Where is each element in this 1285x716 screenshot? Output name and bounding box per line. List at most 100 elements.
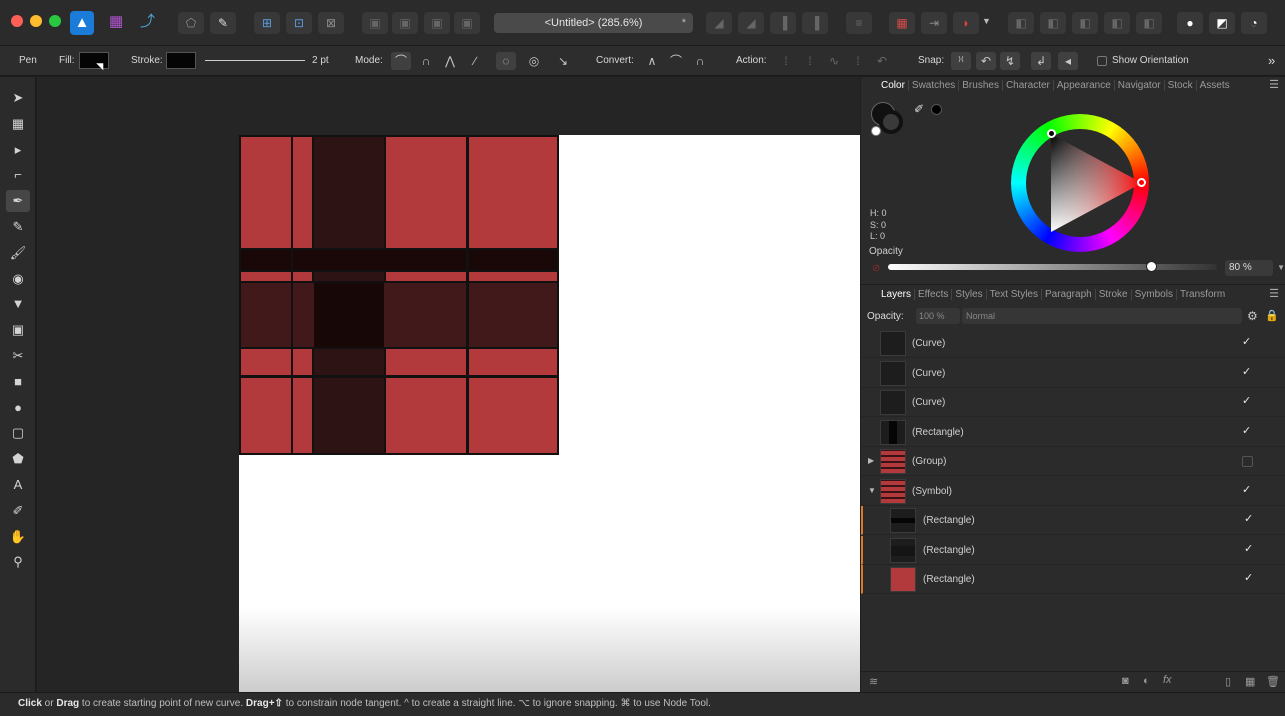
rubber-band-icon[interactable]: ◎ [524, 52, 544, 70]
tab-assets[interactable]: Assets [1200, 80, 1233, 91]
rectangle-tool-icon[interactable]: ■ [6, 371, 30, 393]
tab-character[interactable]: Character [1006, 79, 1054, 91]
snap-to-curve-icon[interactable]: ↶ [976, 52, 996, 70]
tab-transform[interactable]: Transform [1180, 289, 1228, 300]
share-icon[interactable]: ⤴ [140, 13, 158, 31]
node-tool-icon[interactable]: ▸ [6, 139, 30, 161]
boolean-xor-icon[interactable]: ◧ [1104, 12, 1130, 34]
arrange-back-icon[interactable]: ▣ [362, 12, 388, 34]
artboard-tool-icon[interactable]: ▦ [6, 113, 30, 135]
layer-visibility-checkbox[interactable]: ✓ [1242, 394, 1254, 408]
no-color-icon[interactable] [871, 126, 881, 136]
snapping-manager-icon[interactable]: ⇥ [921, 12, 947, 34]
arrange-front-icon[interactable]: ▣ [454, 12, 480, 34]
layer-visibility-checkbox[interactable]: ✓ [1242, 335, 1254, 349]
polygon-tool-icon[interactable]: ⬟ [6, 448, 30, 470]
boolean-subtract-icon[interactable]: ◧ [1040, 12, 1066, 34]
convert-sharp-icon[interactable]: ∧ [642, 52, 662, 70]
align-center-icon[interactable]: ◢ [738, 12, 764, 34]
add-group-icon[interactable]: ▦ [1245, 675, 1255, 688]
fx-icon[interactable]: fx [1163, 674, 1172, 686]
transparency-tool-icon[interactable]: ▼ [6, 293, 30, 315]
break-curve-icon[interactable]: ⁞ [776, 52, 796, 70]
collapse-icon[interactable]: ▼ [868, 486, 876, 495]
grid-icon[interactable]: ▦ [889, 12, 915, 34]
layer-row[interactable]: (Curve) ✓ [861, 388, 1285, 417]
boolean-add-icon[interactable]: ◧ [1008, 12, 1034, 34]
vector-brush-tool-icon[interactable]: 🖌 [6, 242, 30, 264]
color-picker-tool-icon[interactable]: ✐ [6, 500, 30, 522]
designer-persona-icon[interactable]: ▲ [70, 11, 94, 35]
pen-tool-icon[interactable]: ✒ [6, 190, 30, 213]
tab-layers[interactable]: Layers [881, 288, 916, 300]
tab-brushes[interactable]: Brushes [962, 79, 1003, 91]
tab-color[interactable]: Color [881, 79, 909, 91]
document-setup-icon[interactable]: ⬠ [178, 12, 204, 34]
snap-to-geometry-icon[interactable]: ⁾⁽ [951, 52, 971, 70]
layer-visibility-checkbox[interactable]: ✓ [1242, 365, 1254, 379]
reverse-curve-icon[interactable]: ↶ [872, 52, 892, 70]
tab-navigator[interactable]: Navigator [1118, 79, 1165, 91]
tab-swatches[interactable]: Swatches [912, 79, 960, 91]
layer-visibility-checkbox[interactable] [1242, 456, 1253, 467]
transform-origin-icon[interactable]: ⊠ [318, 12, 344, 34]
snap-grid-icon[interactable]: ⊞ [254, 12, 280, 34]
panel-menu-icon[interactable]: ☰ [1269, 78, 1279, 91]
align-right-icon[interactable]: ▐ [770, 12, 796, 34]
pixel-persona-icon[interactable]: ▦ [109, 13, 127, 31]
stroke-width-slider[interactable]: 2 pt [201, 54, 333, 68]
join-curves-icon[interactable]: ⁞ [848, 52, 868, 70]
ellipse-tool-icon[interactable]: ● [6, 397, 30, 419]
snap-to-tangent-icon[interactable]: ↯ [1000, 52, 1020, 70]
pen-mode-icon[interactable]: ⌒ [391, 52, 411, 70]
auto-select-icon[interactable]: ◌ [496, 52, 516, 70]
artboard[interactable] [239, 135, 860, 692]
inside-drawing-icon[interactable]: ◩ [1209, 12, 1235, 34]
add-pixel-layer-icon[interactable]: ▯ [1225, 675, 1231, 688]
edit-icon[interactable]: ✎ [210, 12, 236, 34]
hand-tool-icon[interactable]: ✋ [6, 526, 30, 548]
layer-row[interactable]: (Rectangle) ✓ [861, 535, 1285, 565]
minimize-window-button[interactable] [30, 15, 42, 27]
triangle-selector-handle[interactable] [1047, 129, 1056, 138]
stroke-color-chip[interactable] [879, 110, 903, 134]
polygon-mode-icon[interactable]: ⋀ [440, 52, 460, 70]
smart-mode-icon[interactable]: ∩ [416, 52, 436, 70]
convert-smart-icon[interactable]: ∩ [690, 52, 710, 70]
snap-to-angle-icon[interactable]: ↲ [1031, 52, 1051, 70]
arrange-backward-icon[interactable]: ▣ [392, 12, 418, 34]
convert-smooth-icon[interactable]: ⌒ [666, 52, 686, 70]
layers-panel-menu-icon[interactable]: ☰ [1269, 287, 1279, 300]
opacity-slider[interactable] [888, 261, 1217, 272]
canvas-area[interactable] [37, 77, 860, 692]
boolean-intersect-icon[interactable]: ◧ [1072, 12, 1098, 34]
fill-tool-icon[interactable]: ◉ [6, 268, 30, 290]
align-justify-icon[interactable]: ▐ [802, 12, 828, 34]
corner-tool-icon[interactable]: ⌐ [6, 164, 30, 186]
show-orientation-checkbox[interactable] [1097, 56, 1107, 66]
quick-fx-icon[interactable]: ● [1177, 12, 1203, 34]
layer-row[interactable]: ▶ (Group) [861, 447, 1285, 476]
zoom-window-button[interactable] [49, 15, 61, 27]
tab-stock[interactable]: Stock [1168, 79, 1197, 91]
move-tool-icon[interactable]: ➤ [6, 87, 30, 109]
layer-settings-gear-icon[interactable]: ⚙ [1247, 309, 1258, 323]
tab-paragraph[interactable]: Paragraph [1045, 288, 1096, 300]
color-triangle[interactable] [1011, 114, 1149, 252]
close-curve-icon[interactable]: ⁞ [800, 52, 820, 70]
toolbar-overflow-icon[interactable]: » [1268, 53, 1275, 68]
document-close-icon[interactable]: * [682, 13, 686, 33]
text-tool-icon[interactable]: A [6, 474, 30, 496]
expand-icon[interactable]: ▶ [868, 456, 874, 465]
transform-mode-icon[interactable]: ↘ [553, 52, 573, 70]
hue-ring-handle[interactable] [1137, 178, 1146, 187]
zoom-tool-icon[interactable]: ⚲ [6, 551, 30, 573]
tab-stroke[interactable]: Stroke [1099, 288, 1132, 300]
layer-row[interactable]: ▼ (Symbol) ✓ [861, 477, 1285, 506]
picked-color-swatch[interactable] [931, 104, 942, 115]
rounded-rectangle-tool-icon[interactable]: ▢ [6, 422, 30, 444]
layer-row[interactable]: (Curve) ✓ [861, 329, 1285, 358]
snapping-dropdown-icon[interactable]: ▼ [982, 16, 991, 26]
mask-layer-icon[interactable]: ◙ [1122, 675, 1129, 687]
layer-row[interactable]: (Rectangle) ✓ [861, 565, 1285, 594]
